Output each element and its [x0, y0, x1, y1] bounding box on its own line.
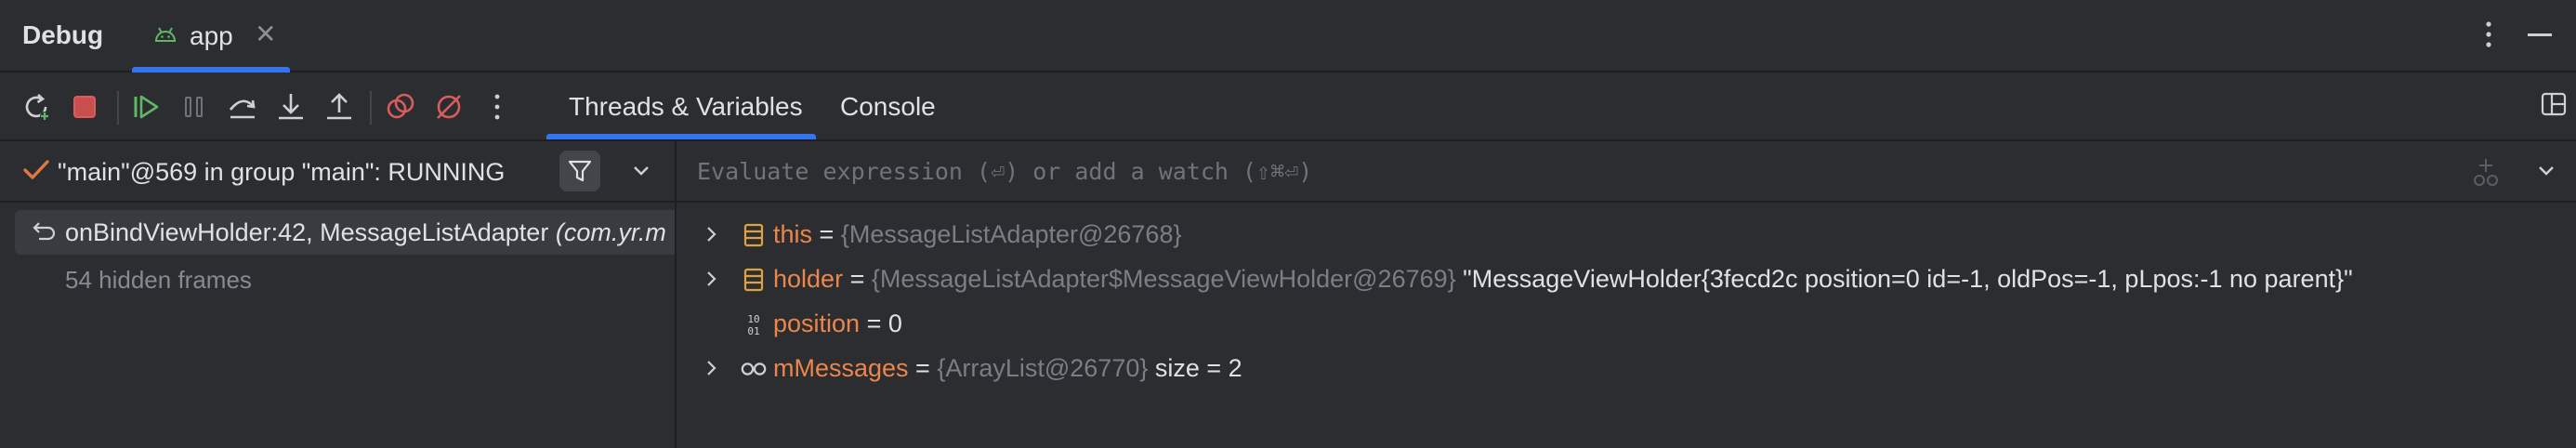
chevron-right-icon[interactable]	[704, 359, 719, 377]
variable-value: 0	[887, 310, 902, 337]
hidden-frames-label[interactable]: 54 hidden frames	[65, 266, 252, 295]
step-out-icon[interactable]	[322, 89, 357, 125]
variable-name: this	[773, 220, 813, 248]
android-icon	[154, 27, 177, 42]
mute-breakpoints-icon[interactable]	[431, 89, 467, 125]
variable-text: position = 0	[773, 310, 902, 338]
chevron-right-icon[interactable]	[704, 270, 719, 288]
more-options-icon[interactable]	[2477, 19, 2500, 50]
frames-panel: "main"@569 in group "main": RUNNING onBi…	[0, 139, 675, 448]
field-icon	[740, 221, 768, 249]
thread-label: "main"@569 in group "main": RUNNING	[58, 158, 506, 186]
run-tab-label: app	[190, 21, 233, 50]
thread-selector[interactable]: "main"@569 in group "main": RUNNING	[0, 141, 675, 203]
minimize-icon[interactable]	[2528, 33, 2552, 36]
stack-frame-row[interactable]: onBindViewHolder:42, MessageListAdapter …	[15, 210, 675, 255]
equals-sign: =	[812, 220, 841, 248]
chevron-down-icon[interactable]	[2535, 162, 2557, 180]
run-tab-app[interactable]: app ✕	[132, 0, 290, 72]
step-over-icon[interactable]	[225, 89, 260, 125]
active-tab-indicator	[132, 67, 290, 72]
filter-button[interactable]	[559, 151, 600, 191]
checkmark-icon	[23, 160, 49, 179]
debug-tool-window-header: Debug app ✕	[0, 0, 2576, 72]
rerun-icon[interactable]	[19, 89, 54, 125]
tab-label: Threads & Variables	[569, 92, 803, 121]
variable-text: mMessages = {ArrayList@26770} size = 2	[773, 354, 1242, 383]
variable-name: position	[773, 310, 861, 337]
equals-sign: =	[843, 265, 872, 293]
tab-console[interactable]: Console	[818, 74, 948, 139]
stop-icon[interactable]	[67, 89, 102, 125]
primitive-icon: 10 01	[740, 310, 768, 338]
return-frame-icon	[33, 222, 56, 241]
more-icon[interactable]	[480, 89, 515, 125]
frame-method: onBindViewHolder:42, MessageListAdapter	[65, 218, 556, 246]
field-icon	[740, 266, 768, 294]
evaluate-placeholder: Evaluate expression (⏎) or add a watch (…	[697, 158, 1313, 185]
variable-value: "MessageViewHolder{3fecd2c position=0 id…	[1455, 265, 2353, 293]
variable-row-mmessages[interactable]: mMessages = {ArrayList@26770} size = 2	[677, 346, 2576, 390]
variable-row-holder[interactable]: holder = {MessageListAdapter$MessageView…	[677, 257, 2576, 301]
add-watch-icon[interactable]	[2472, 156, 2500, 188]
variable-row-this[interactable]: this = {MessageListAdapter@26768}	[677, 212, 2576, 257]
close-icon[interactable]: ✕	[255, 19, 276, 49]
equals-sign: =	[908, 354, 938, 382]
chevron-right-icon[interactable]	[704, 225, 719, 244]
evaluate-expression-field[interactable]: Evaluate expression (⏎) or add a watch (…	[677, 141, 2576, 203]
pause-icon[interactable]	[177, 89, 212, 125]
variable-row-position[interactable]: 10 01 position = 0	[677, 301, 2576, 346]
view-breakpoints-icon[interactable]	[383, 89, 418, 125]
step-into-icon[interactable]	[273, 89, 309, 125]
resume-icon[interactable]	[128, 89, 164, 125]
watch-glasses-icon	[740, 355, 768, 383]
layout-icon[interactable]	[2541, 91, 2567, 117]
svg-text:10: 10	[747, 313, 759, 325]
equals-sign: =	[860, 310, 888, 337]
variables-panel: Evaluate expression (⏎) or add a watch (…	[677, 139, 2576, 448]
filter-icon	[568, 160, 592, 182]
tab-label: Console	[840, 92, 936, 121]
variable-text: this = {MessageListAdapter@26768}	[773, 220, 1181, 249]
toolbar-separator	[370, 91, 372, 125]
tab-threads-variables[interactable]: Threads & Variables	[546, 74, 816, 139]
variable-name: mMessages	[773, 354, 909, 382]
svg-text:01: 01	[747, 325, 759, 337]
variable-text: holder = {MessageListAdapter$MessageView…	[773, 265, 2353, 294]
variable-type: {MessageListAdapter$MessageViewHolder@26…	[871, 265, 1456, 293]
variable-type: {MessageListAdapter@26768}	[840, 220, 1182, 248]
variable-type: {ArrayList@26770}	[937, 354, 1149, 382]
variable-size: size = 2	[1148, 354, 1242, 382]
debug-toolbar: Threads & Variables Console	[0, 74, 2576, 139]
frame-package: (com.yr.m	[555, 218, 666, 246]
tool-window-title: Debug	[22, 20, 104, 49]
stack-frame-label: onBindViewHolder:42, MessageListAdapter …	[65, 218, 666, 247]
chevron-down-icon[interactable]	[630, 162, 652, 180]
toolbar-separator	[117, 91, 119, 125]
variable-name: holder	[773, 265, 844, 293]
